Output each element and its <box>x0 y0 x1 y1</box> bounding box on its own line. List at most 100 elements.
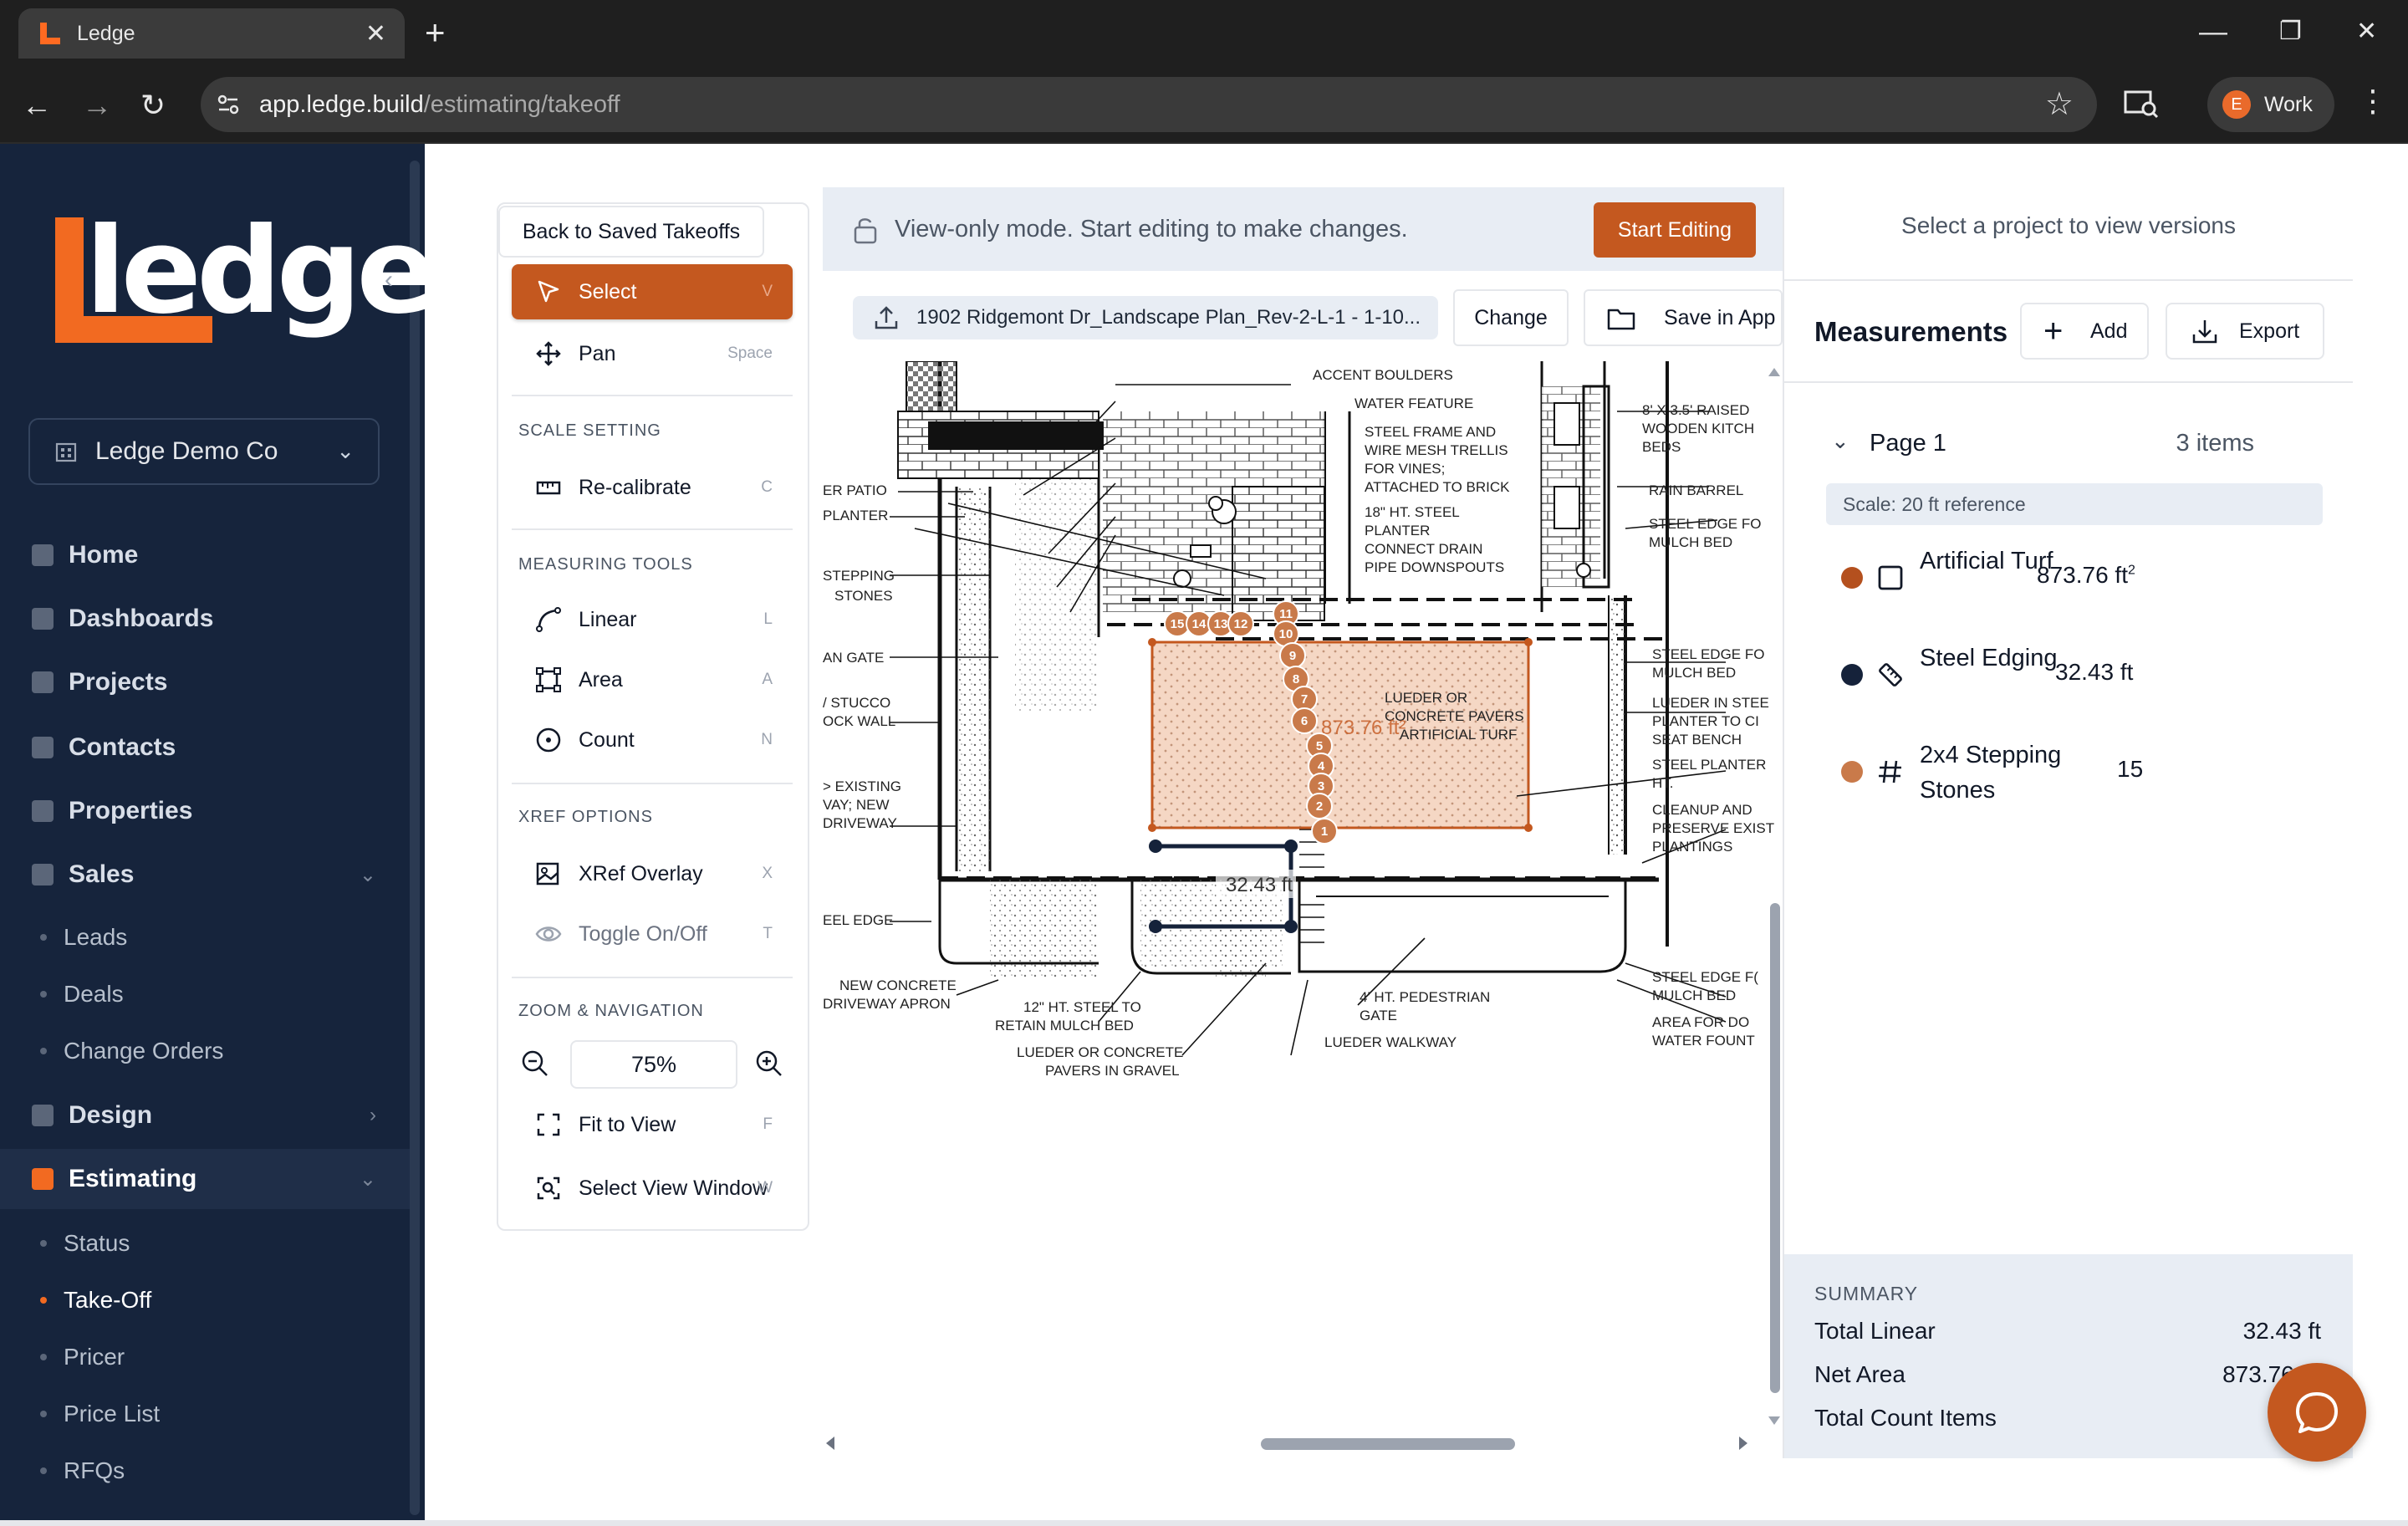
url-host: app.ledge.build <box>259 90 424 118</box>
back-to-saved-takeoffs-button[interactable]: Back to Saved Takeoffs <box>498 206 764 258</box>
plan-label: ACCENT BOULDERS <box>1313 367 1453 383</box>
plan-label: AREA FOR DO <box>1652 1014 1749 1030</box>
sidebar: ledge ‹ Ledge Demo Co ⌄ Home Dashboards … <box>0 144 425 1526</box>
color-swatch[interactable] <box>1841 664 1863 686</box>
page-group-header[interactable]: ⌄ Page 1 3 items <box>1831 428 2333 462</box>
scale-reference-chip: Scale: 20 ft reference <box>1826 483 2323 525</box>
chevron-down-icon: ⌄ <box>359 863 376 886</box>
nav-sales[interactable]: Sales ⌄ <box>0 845 410 905</box>
tab-close-icon[interactable]: ✕ <box>365 19 386 48</box>
nav-price-list[interactable]: Price List <box>40 1393 160 1435</box>
save-in-app-button[interactable]: Save in App <box>1584 289 1783 346</box>
nav-leads[interactable]: Leads <box>40 916 127 958</box>
chevron-down-icon: ⌄ <box>1831 428 1849 453</box>
plan-label: BEDS <box>1642 439 1681 455</box>
nav-change-orders[interactable]: Change Orders <box>40 1030 223 1072</box>
count-marker-label: 1 <box>1321 824 1328 839</box>
nav-dashboards[interactable]: Dashboards <box>0 589 410 649</box>
browser-menu-icon[interactable]: ⋮ <box>2358 84 2388 119</box>
projects-icon <box>32 671 54 693</box>
plan-label: LUEDER OR CONCRETE <box>1017 1044 1183 1060</box>
site-settings-icon[interactable] <box>216 92 241 117</box>
reload-icon[interactable]: ↻ <box>140 87 166 124</box>
xref-overlay-tool[interactable]: XRef Overlay X <box>512 846 793 901</box>
count-marker-label: 12 <box>1234 617 1248 631</box>
start-editing-button[interactable]: Start Editing <box>1594 202 1756 258</box>
area-measurement-label[interactable]: 873.76 ft² <box>1321 717 1406 739</box>
linear-measurement-label[interactable]: 32.43 ft <box>1226 874 1293 896</box>
nav-deals[interactable]: Deals <box>40 973 124 1015</box>
plan-label: LUEDER IN STEE <box>1652 695 1769 711</box>
pan-tool[interactable]: Pan Space <box>512 326 793 381</box>
nav-status[interactable]: Status <box>40 1222 130 1264</box>
nav-design[interactable]: Design › <box>0 1085 410 1146</box>
export-button[interactable]: Export <box>2166 303 2324 360</box>
plan-label: STEEL FRAME AND <box>1365 424 1496 440</box>
plan-label: 12" HT. STEEL TO <box>1023 999 1141 1015</box>
nav-take-off[interactable]: Take-Off <box>40 1279 151 1321</box>
fit-to-view-tool[interactable]: Fit to View F <box>512 1097 793 1152</box>
back-icon[interactable]: ← <box>22 87 52 124</box>
file-name-chip[interactable]: 1902 Ridgemont Dr_Landscape Plan_Rev-2-L… <box>853 296 1438 339</box>
ledge-favicon-icon <box>37 21 62 46</box>
window-close-icon[interactable]: ✕ <box>2356 13 2377 50</box>
plan-canvas[interactable]: ER PATIO PLANTER STEPPING STONES AN GATE… <box>823 361 1783 1411</box>
count-tool[interactable]: Count N <box>512 712 793 768</box>
plan-label: STONES <box>834 588 893 604</box>
profile-button[interactable]: E Work <box>2207 77 2334 132</box>
zoom-in-icon[interactable] <box>754 1049 784 1079</box>
color-swatch[interactable] <box>1841 567 1863 589</box>
select-tool[interactable]: Select V <box>512 264 793 319</box>
nav-home[interactable]: Home <box>0 525 410 585</box>
recalibrate-tool[interactable]: Re-calibrate C <box>512 460 793 515</box>
collapse-sidebar-icon[interactable]: ‹ <box>385 266 393 294</box>
plan-label: LUEDER WALKWAY <box>1324 1034 1457 1050</box>
nav-pricer[interactable]: Pricer <box>40 1336 125 1378</box>
download-icon <box>2192 320 2217 344</box>
chat-button[interactable] <box>2268 1363 2366 1462</box>
plan-label: RETAIN MULCH BED <box>995 1018 1134 1033</box>
area-tool[interactable]: Area A <box>512 652 793 707</box>
linear-tool[interactable]: Linear L <box>512 592 793 647</box>
home-icon <box>32 544 54 566</box>
plan-label: STEEL PLANTER <box>1652 757 1766 773</box>
nav-rfqs[interactable]: RFQs <box>40 1450 125 1492</box>
horizontal-scrollbar[interactable] <box>823 1428 1751 1458</box>
nav-properties[interactable]: Properties <box>0 781 410 841</box>
items-count: 3 items <box>2176 430 2254 457</box>
plan-label: ATTACHED TO BRICK <box>1365 479 1510 495</box>
measurement-row-stepping-stones[interactable]: 2x4 Stepping Stones 15 <box>1839 734 2341 809</box>
forward-icon[interactable]: → <box>82 87 112 124</box>
count-marker-label: 8 <box>1293 672 1299 686</box>
plan-label: MULCH BED <box>1649 534 1732 550</box>
tab-search-icon[interactable] <box>2124 89 2159 120</box>
summary-total-count: Total Count Items <box>1814 1405 1997 1431</box>
color-swatch[interactable] <box>1841 761 1863 783</box>
minimize-icon[interactable]: — <box>2199 13 2227 50</box>
nav-contacts[interactable]: Contacts <box>0 717 410 778</box>
new-tab-button[interactable]: + <box>425 12 446 54</box>
summary-total-linear: Total Linear 32.43 ft <box>1814 1318 2321 1344</box>
restore-icon[interactable]: ❐ <box>2279 13 2302 50</box>
measurement-row-steel-edging[interactable]: Steel Edging 32.43 ft <box>1839 637 2341 712</box>
bookmark-star-icon[interactable]: ☆ <box>2045 85 2074 123</box>
zoom-level-input[interactable]: 75% <box>570 1040 737 1089</box>
browser-tab-bar: Ledge ✕ + — ❐ ✕ <box>0 0 2408 67</box>
nav-projects[interactable]: Projects <box>0 652 410 712</box>
count-marker-label: 14 <box>1192 617 1207 631</box>
vertical-scrollbar[interactable] <box>1766 361 1783 1440</box>
browser-tab[interactable]: Ledge ✕ <box>18 8 405 59</box>
count-icon <box>533 725 564 755</box>
add-measurement-button[interactable]: + Add <box>2020 303 2149 360</box>
folder-icon <box>1607 309 1635 330</box>
zoom-navigation-label: ZOOM & NAVIGATION <box>518 1002 704 1020</box>
sidebar-scrollbar[interactable] <box>410 161 420 1515</box>
measurement-row-artificial-turf[interactable]: Artificial Turf 873.76 ft2 <box>1839 540 2341 615</box>
zoom-out-icon[interactable] <box>520 1049 550 1079</box>
org-switcher[interactable]: Ledge Demo Co ⌄ <box>28 418 380 485</box>
select-view-window-tool[interactable]: Select View Window W <box>512 1161 793 1216</box>
change-file-button[interactable]: Change <box>1453 289 1569 346</box>
toggle-xref-tool[interactable]: Toggle On/Off T <box>512 906 793 962</box>
address-bar[interactable]: app.ledge.build/estimating/takeoff ☆ <box>201 77 2097 132</box>
nav-estimating[interactable]: Estimating ⌄ <box>0 1149 410 1209</box>
